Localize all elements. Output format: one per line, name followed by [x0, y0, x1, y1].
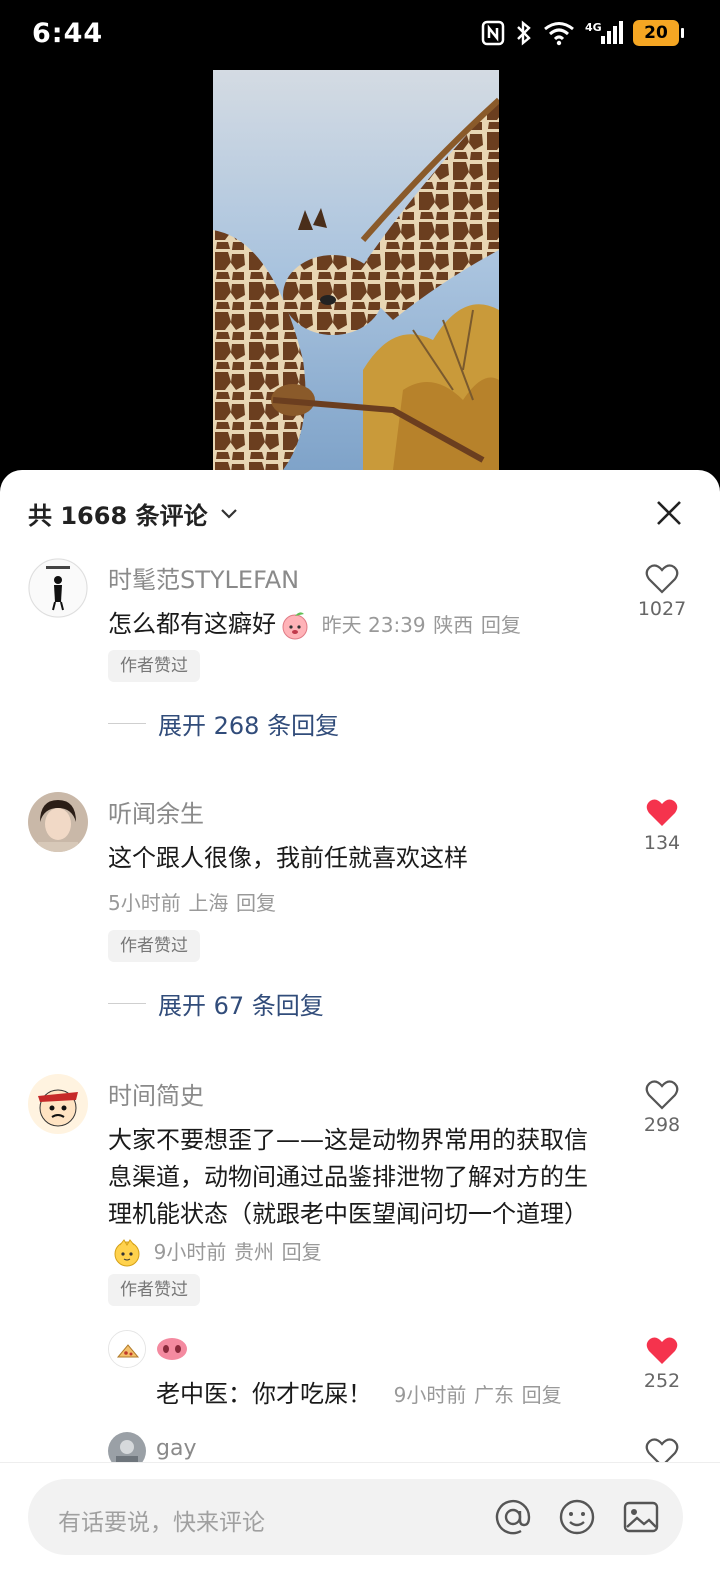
image-picker-icon[interactable]: [621, 1497, 661, 1537]
expand-replies-button[interactable]: 展开 268 条回复: [108, 706, 339, 741]
heart-filled-icon: [646, 799, 678, 826]
comment-body: 这个跟人很像，我前任就喜欢这样: [108, 844, 468, 872]
comment-body: 怎么都有这癖好: [108, 610, 276, 638]
avatar[interactable]: [28, 792, 88, 852]
like-button[interactable]: 298: [632, 1080, 692, 1136]
comment-sheet: 共 1668 条评论 时髦范STYLEFAN 怎么都有这癖好 昨天 23:39 …: [0, 470, 720, 1588]
comment-time: 昨天 23:39: [321, 613, 426, 637]
comment-input-bar: 有话要说，快来评论: [0, 1462, 720, 1588]
comment-input-placeholder: 有话要说，快来评论: [58, 1510, 265, 1536]
comment-location: 贵州: [234, 1240, 275, 1264]
nfc-icon: [481, 20, 505, 46]
comment-time: 9小时前: [153, 1240, 227, 1264]
expand-replies-label: 展开 67 条回复: [158, 992, 324, 1020]
comment-time: 5小时前: [108, 891, 181, 915]
comment-username[interactable]: 听闻余生: [108, 794, 204, 829]
bluetooth-icon: [517, 20, 531, 46]
giraffe-video-image: [213, 70, 499, 470]
pig-nose-emoji-icon: [157, 1338, 187, 1360]
reply-location: 广东: [474, 1383, 515, 1407]
like-count: 252: [643, 1370, 681, 1392]
like-button[interactable]: 252: [632, 1336, 692, 1392]
close-icon[interactable]: [654, 498, 684, 528]
reply-button[interactable]: 回复: [522, 1383, 562, 1407]
like-count: 134: [643, 832, 681, 854]
reply-button[interactable]: 回复: [282, 1240, 322, 1264]
comment-text: 怎么都有这癖好 昨天 23:39 陕西 回复: [108, 606, 608, 644]
wifi-icon: [544, 22, 574, 46]
signal-icon: 4G: [585, 21, 623, 44]
chevron-down-icon: [220, 508, 237, 519]
reply-username[interactable]: gay: [156, 1436, 196, 1461]
status-icons: 4G 20: [481, 20, 684, 46]
cute-face-emoji-icon: [114, 1239, 140, 1267]
expand-replies-label: 展开 268 条回复: [158, 712, 340, 740]
like-button[interactable]: 1027: [632, 564, 692, 620]
comment-count: 共 1668 条评论: [28, 502, 208, 530]
reply-button[interactable]: 回复: [481, 613, 521, 637]
expand-replies-button[interactable]: 展开 67 条回复: [108, 986, 324, 1021]
like-button[interactable]: 134: [632, 798, 692, 854]
author-liked-badge: 作者赞过: [108, 1274, 200, 1306]
reply-body: 老中医：你才吃屎！: [156, 1380, 372, 1408]
comment-input[interactable]: 有话要说，快来评论: [28, 1479, 683, 1555]
like-count: 1027: [637, 598, 687, 620]
at-mention-icon[interactable]: [493, 1497, 533, 1537]
svg-text:4G: 4G: [585, 21, 602, 34]
heart-outline-icon: [645, 564, 679, 594]
reply-avatar[interactable]: [108, 1330, 146, 1368]
comment-username[interactable]: 时间简史: [108, 1076, 204, 1111]
battery-icon: 20: [633, 20, 684, 46]
reply-button[interactable]: 回复: [236, 891, 276, 915]
heart-outline-icon: [645, 1080, 679, 1110]
video-player[interactable]: [213, 70, 499, 470]
emoji-icon[interactable]: [557, 1497, 597, 1537]
status-bar: 6:44 4G 20: [0, 0, 720, 72]
avatar[interactable]: [28, 1074, 88, 1134]
author-liked-badge: 作者赞过: [108, 930, 200, 962]
reply-time: 9小时前: [393, 1383, 467, 1407]
reply-text: 老中医：你才吃屎！ 9小时前 广东 回复: [156, 1376, 596, 1414]
peach-face-emoji-icon: [282, 612, 308, 640]
like-count: 298: [643, 1114, 681, 1136]
comment-body: 大家不要想歪了——这是动物界常用的获取信息渠道，动物间通过品鉴排泄物了解对方的生…: [108, 1126, 588, 1228]
comment-username[interactable]: 时髦范STYLEFAN: [108, 560, 299, 595]
heart-filled-icon: [646, 1337, 678, 1364]
author-liked-badge: 作者赞过: [108, 650, 200, 682]
avatar[interactable]: [28, 558, 88, 618]
comment-meta: 5小时前 上海 回复: [108, 884, 608, 922]
comment-count-header[interactable]: 共 1668 条评论: [28, 496, 238, 531]
comment-location: 上海: [188, 891, 229, 915]
comment-text: 大家不要想歪了——这是动物界常用的获取信息渠道，动物间通过品鉴排泄物了解对方的生…: [108, 1122, 608, 1271]
comment-location: 陕西: [433, 613, 474, 637]
battery-level: 20: [644, 23, 668, 43]
status-time: 6:44: [32, 18, 104, 49]
